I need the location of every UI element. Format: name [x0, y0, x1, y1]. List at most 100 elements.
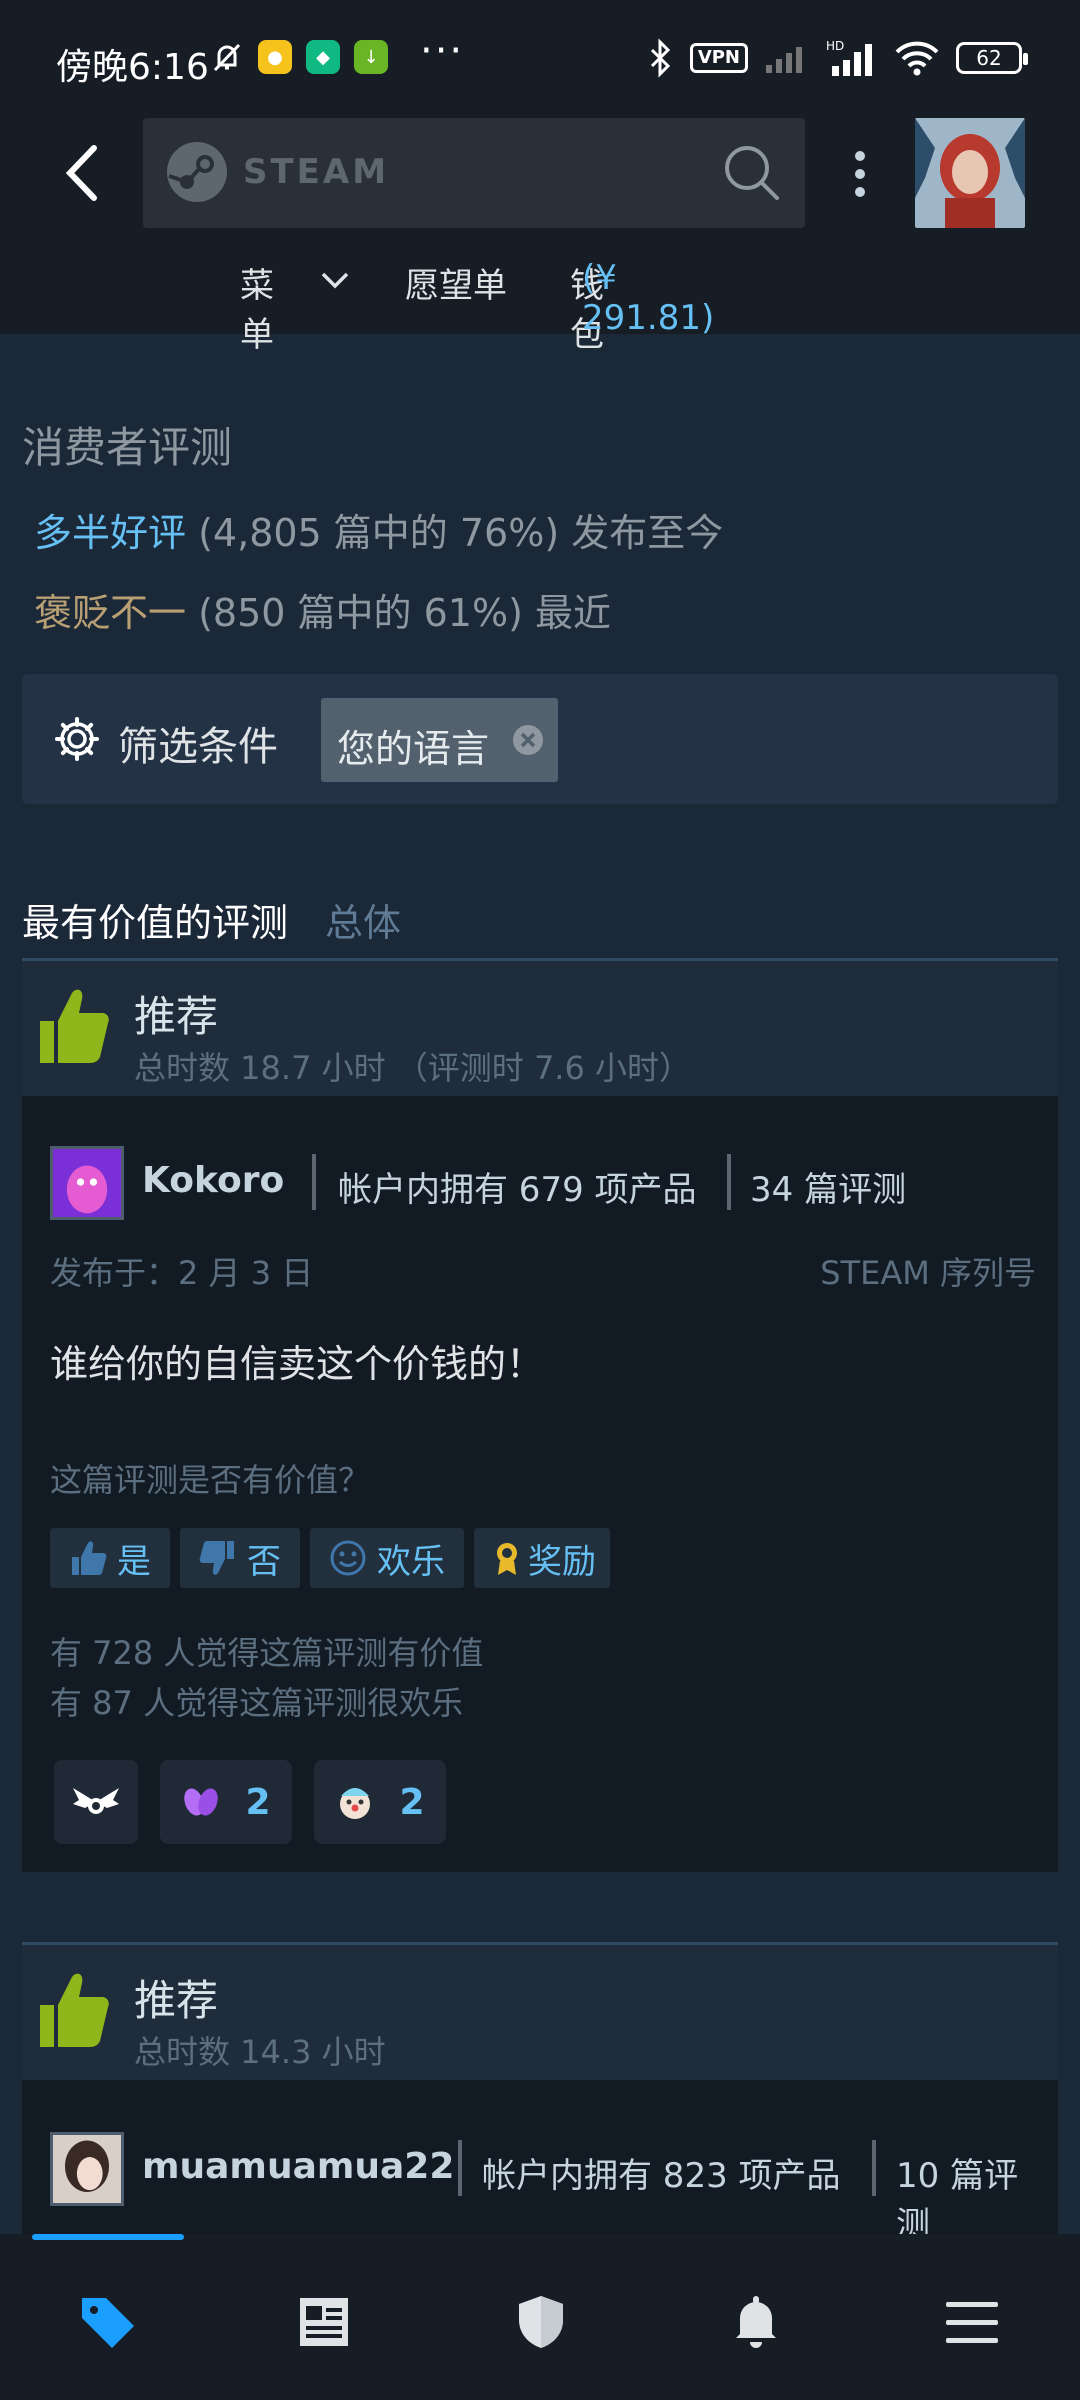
- user-avatar[interactable]: [915, 118, 1025, 228]
- close-icon[interactable]: [512, 724, 544, 756]
- author-row: Kokoro 帐户内拥有 679 项产品 34 篇评测: [50, 1146, 1050, 1220]
- back-arrow-icon[interactable]: [50, 138, 120, 208]
- recent-rating-row: 褒贬不一 (850 篇中的 61%) 最近: [34, 582, 611, 637]
- search-bar[interactable]: STEAM: [143, 118, 805, 228]
- author-review-count[interactable]: 34 篇评测: [750, 1162, 906, 1211]
- bluetooth-icon: [650, 38, 670, 78]
- svg-text:HD: HD: [826, 39, 844, 53]
- wishlist-link[interactable]: 愿望单: [405, 258, 507, 307]
- overall-rating-row: 多半好评 (4,805 篇中的 76%) 发布至今: [34, 502, 723, 557]
- search-placeholder: STEAM: [243, 152, 390, 192]
- playtime-hours: 总时数 18.7 小时 （评测时 7.6 小时）: [134, 1049, 692, 1087]
- review-card: 推荐 总时数 18.7 小时 （评测时 7.6 小时） Kokoro 帐户内拥有…: [22, 958, 1058, 1872]
- vote-funny-button[interactable]: 欢乐: [310, 1528, 464, 1588]
- award-ribbon-icon: [497, 1543, 517, 1575]
- vote-no-button[interactable]: 否: [180, 1528, 300, 1588]
- divider: [872, 2140, 876, 2196]
- chip-label: 您的语言: [337, 727, 490, 771]
- divider: [312, 1154, 316, 1210]
- wallet-balance: (¥ 291.81): [582, 258, 715, 338]
- divider: [458, 2140, 462, 2196]
- status-time: 傍晚6:16: [56, 47, 209, 88]
- more-options-icon[interactable]: [848, 148, 872, 200]
- store-tag-icon[interactable]: [76, 2290, 140, 2354]
- award-count: 2: [399, 1781, 425, 1823]
- mute-bell-icon: [213, 43, 241, 72]
- status-bar: 傍晚6:16 ● ◆ ↓ ··· VPN HD 62: [0, 0, 1080, 120]
- recent-rating-detail: (850 篇中的 61%) 最近: [198, 591, 611, 635]
- overall-rating-detail: (4,805 篇中的 76%) 发布至今: [198, 511, 724, 555]
- sub-navigation: 菜单 愿望单 钱包 (¥ 291.81): [0, 258, 1080, 355]
- filter-bar: 筛选条件 您的语言: [22, 674, 1058, 804]
- helpful-count: 有 728 人觉得这篇评测有价值: [50, 1634, 484, 1672]
- language-filter-chip[interactable]: 您的语言: [321, 698, 558, 782]
- award-button[interactable]: 奖励: [474, 1528, 610, 1588]
- review-header[interactable]: 推荐 总时数 18.7 小时 （评测时 7.6 小时）: [22, 958, 1058, 1096]
- review-text: 谁给你的自信卖这个价钱的！: [50, 1342, 545, 1386]
- vote-funny-label: 欢乐: [377, 1541, 445, 1582]
- author-products[interactable]: 帐户内拥有 679 项产品: [338, 1162, 697, 1211]
- signal-off-icon: [766, 47, 802, 73]
- helpful-scope[interactable]: 总体: [325, 892, 401, 947]
- bell-icon[interactable]: [724, 2290, 788, 2354]
- author-row: muamuamua22 帐户内拥有 823 项产品 10 篇评测: [50, 2132, 1050, 2245]
- author-name[interactable]: Kokoro: [142, 1160, 284, 1201]
- vote-buttons: 是 否 欢乐 奖励: [50, 1528, 610, 1588]
- award-badge[interactable]: [54, 1760, 138, 1844]
- recent-rating[interactable]: 褒贬不一: [34, 591, 186, 635]
- smiley-icon: [330, 1540, 366, 1576]
- shield-app-icon: ◆: [306, 40, 340, 74]
- active-tab-indicator: [32, 2234, 184, 2240]
- wifi-icon: [895, 41, 939, 76]
- award-badge[interactable]: 2: [160, 1760, 292, 1844]
- more-notifications-icon: ···: [420, 28, 465, 74]
- battery-icon: 62: [956, 42, 1028, 74]
- award-count: 2: [245, 1781, 271, 1823]
- navbar: STEAM: [0, 118, 1080, 228]
- thumbs-down-icon: [199, 1541, 234, 1575]
- review-card: 推荐 总时数 14.3 小时 muamuamua22 帐户内拥有 823 项产品…: [22, 1942, 1058, 2245]
- download-app-icon: ↓: [354, 40, 388, 74]
- app-notification-icon: ●: [258, 40, 292, 74]
- vote-yes-button[interactable]: 是: [50, 1528, 170, 1588]
- posted-date: 发布于：2 月 3 日: [50, 1254, 314, 1292]
- overall-rating[interactable]: 多半好评: [34, 511, 186, 555]
- news-icon[interactable]: [292, 2290, 356, 2354]
- filter-label[interactable]: 筛选条件: [118, 714, 278, 772]
- hd-signal-icon: HD: [826, 39, 872, 76]
- status-left-icons: ● ◆ ↓: [210, 40, 388, 74]
- author-review-count[interactable]: 10 篇评测: [896, 2148, 1050, 2246]
- bottom-navigation: [0, 2234, 1080, 2400]
- funny-count: 有 87 人觉得这篇评测很欢乐: [50, 1684, 464, 1722]
- avatar[interactable]: [50, 2132, 124, 2206]
- gear-icon[interactable]: [54, 716, 100, 762]
- thumbs-up-icon: [72, 1541, 107, 1575]
- shield-icon[interactable]: [509, 2290, 573, 2354]
- author-name[interactable]: muamuamua22: [142, 2146, 454, 2187]
- divider: [727, 1154, 731, 1210]
- vpn-icon: VPN: [689, 43, 748, 73]
- playtime-hours: 总时数 14.3 小时: [134, 2033, 386, 2071]
- clown-face-award-icon: [340, 1788, 371, 1819]
- most-helpful-title: 最有价值的评测: [22, 901, 289, 945]
- recommendation-label: 推荐: [134, 992, 219, 1041]
- award-label: 奖励: [528, 1541, 596, 1582]
- vote-yes-label: 是: [117, 1541, 151, 1582]
- thumbs-up-icon: [40, 1973, 109, 2047]
- product-source: STEAM 序列号: [820, 1254, 1036, 1292]
- thumbs-up-icon: [40, 989, 109, 1063]
- vote-no-label: 否: [247, 1541, 281, 1582]
- purple-hands-award-icon: [184, 1788, 219, 1816]
- author-products[interactable]: 帐户内拥有 823 项产品: [482, 2148, 841, 2197]
- review-header[interactable]: 推荐 总时数 14.3 小时: [22, 1942, 1058, 2080]
- search-icon[interactable]: [721, 142, 783, 204]
- award-badge[interactable]: 2: [314, 1760, 446, 1844]
- menu-label: 菜单: [240, 266, 274, 355]
- avatar[interactable]: [50, 1146, 124, 1220]
- chevron-down-icon: [321, 272, 349, 289]
- hamburger-menu-icon[interactable]: [940, 2290, 1004, 2354]
- status-right-icons: VPN HD 62: [648, 38, 1028, 78]
- awards-row: 2 2: [54, 1760, 454, 1844]
- helpful-question: 这篇评测是否有价值？: [50, 1461, 371, 1499]
- steam-logo-icon: [167, 142, 227, 202]
